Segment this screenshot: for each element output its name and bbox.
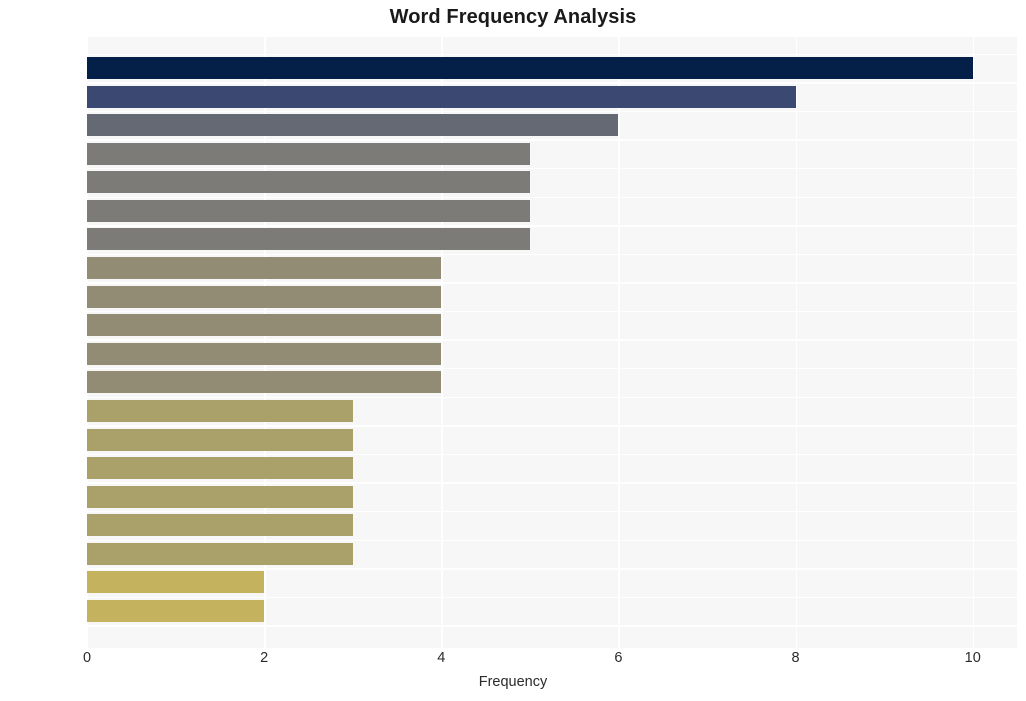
- plot-area: keyboardswitchpostalthinkkeycapslikemach…: [87, 37, 1017, 648]
- bar-picture[interactable]: [87, 485, 353, 508]
- gridline-y-12: [87, 396, 1017, 399]
- gridline-y-15: [87, 482, 1017, 484]
- gridline-x-6: [618, 37, 620, 648]
- gridline-y-13: [87, 425, 1017, 427]
- bar-shots[interactable]: [87, 542, 353, 565]
- gridline-y-11: [87, 368, 1017, 370]
- bar-new[interactable]: [87, 599, 265, 622]
- bar-look[interactable]: [87, 314, 442, 337]
- x-axis-title: Frequency: [478, 674, 548, 690]
- gridline-y-8: [87, 282, 1017, 284]
- gridline-y-18: [87, 568, 1017, 570]
- x-tick-label-8: 8: [791, 650, 800, 666]
- bar-want[interactable]: [87, 285, 442, 308]
- gridline-y-20: [87, 625, 1017, 627]
- bar-like[interactable]: [87, 199, 530, 222]
- x-axis-tick-labels: 0 2 4 6 8 10: [0, 650, 1026, 674]
- bar-keeb[interactable]: [87, 428, 353, 451]
- gridline-y-17: [87, 539, 1017, 541]
- x-tick-label-0: 0: [82, 650, 92, 666]
- gridline-y-0: [87, 53, 1017, 56]
- gridline-y-14: [87, 453, 1017, 456]
- gridline-x-8: [795, 37, 797, 648]
- bar-machine[interactable]: [87, 228, 530, 251]
- gridline-y-5: [87, 196, 1017, 198]
- gridline-y-19: [87, 596, 1017, 599]
- chart-title: Word Frequency Analysis: [389, 6, 637, 28]
- bar-postal[interactable]: [87, 114, 619, 137]
- gridline-y-2: [87, 110, 1017, 113]
- gridline-y-7: [87, 253, 1017, 256]
- bar-keycaps[interactable]: [87, 171, 530, 194]
- gridline-y-1: [87, 82, 1017, 84]
- bar-far[interactable]: [87, 514, 353, 537]
- bar-key[interactable]: [87, 457, 353, 480]
- bar-switch[interactable]: [87, 85, 796, 108]
- chart-figure: Word Frequency Analysis keyboardswitchpo…: [0, 0, 1026, 701]
- gridline-y-10: [87, 339, 1017, 341]
- bar-keyboard[interactable]: [87, 57, 973, 79]
- gridline-y-6: [87, 225, 1017, 227]
- gridline-y-3: [87, 139, 1017, 141]
- bar-sporewoh[interactable]: [87, 371, 442, 394]
- bar-leo[interactable]: [87, 399, 353, 422]
- bar-cost[interactable]: [87, 342, 442, 365]
- gridline-y-4: [87, 168, 1017, 170]
- gridline-y-16: [87, 510, 1017, 513]
- gridline-y-9: [87, 310, 1017, 313]
- bar-think[interactable]: [87, 142, 530, 165]
- bar-design[interactable]: [87, 571, 265, 594]
- x-tick-label-2: 2: [260, 650, 269, 666]
- x-tick-label-6: 6: [614, 650, 623, 666]
- x-tick-label-4: 4: [437, 650, 446, 666]
- gridline-x-10: [972, 37, 975, 648]
- x-tick-label-10: 10: [964, 650, 981, 666]
- bar-cherry[interactable]: [87, 257, 442, 280]
